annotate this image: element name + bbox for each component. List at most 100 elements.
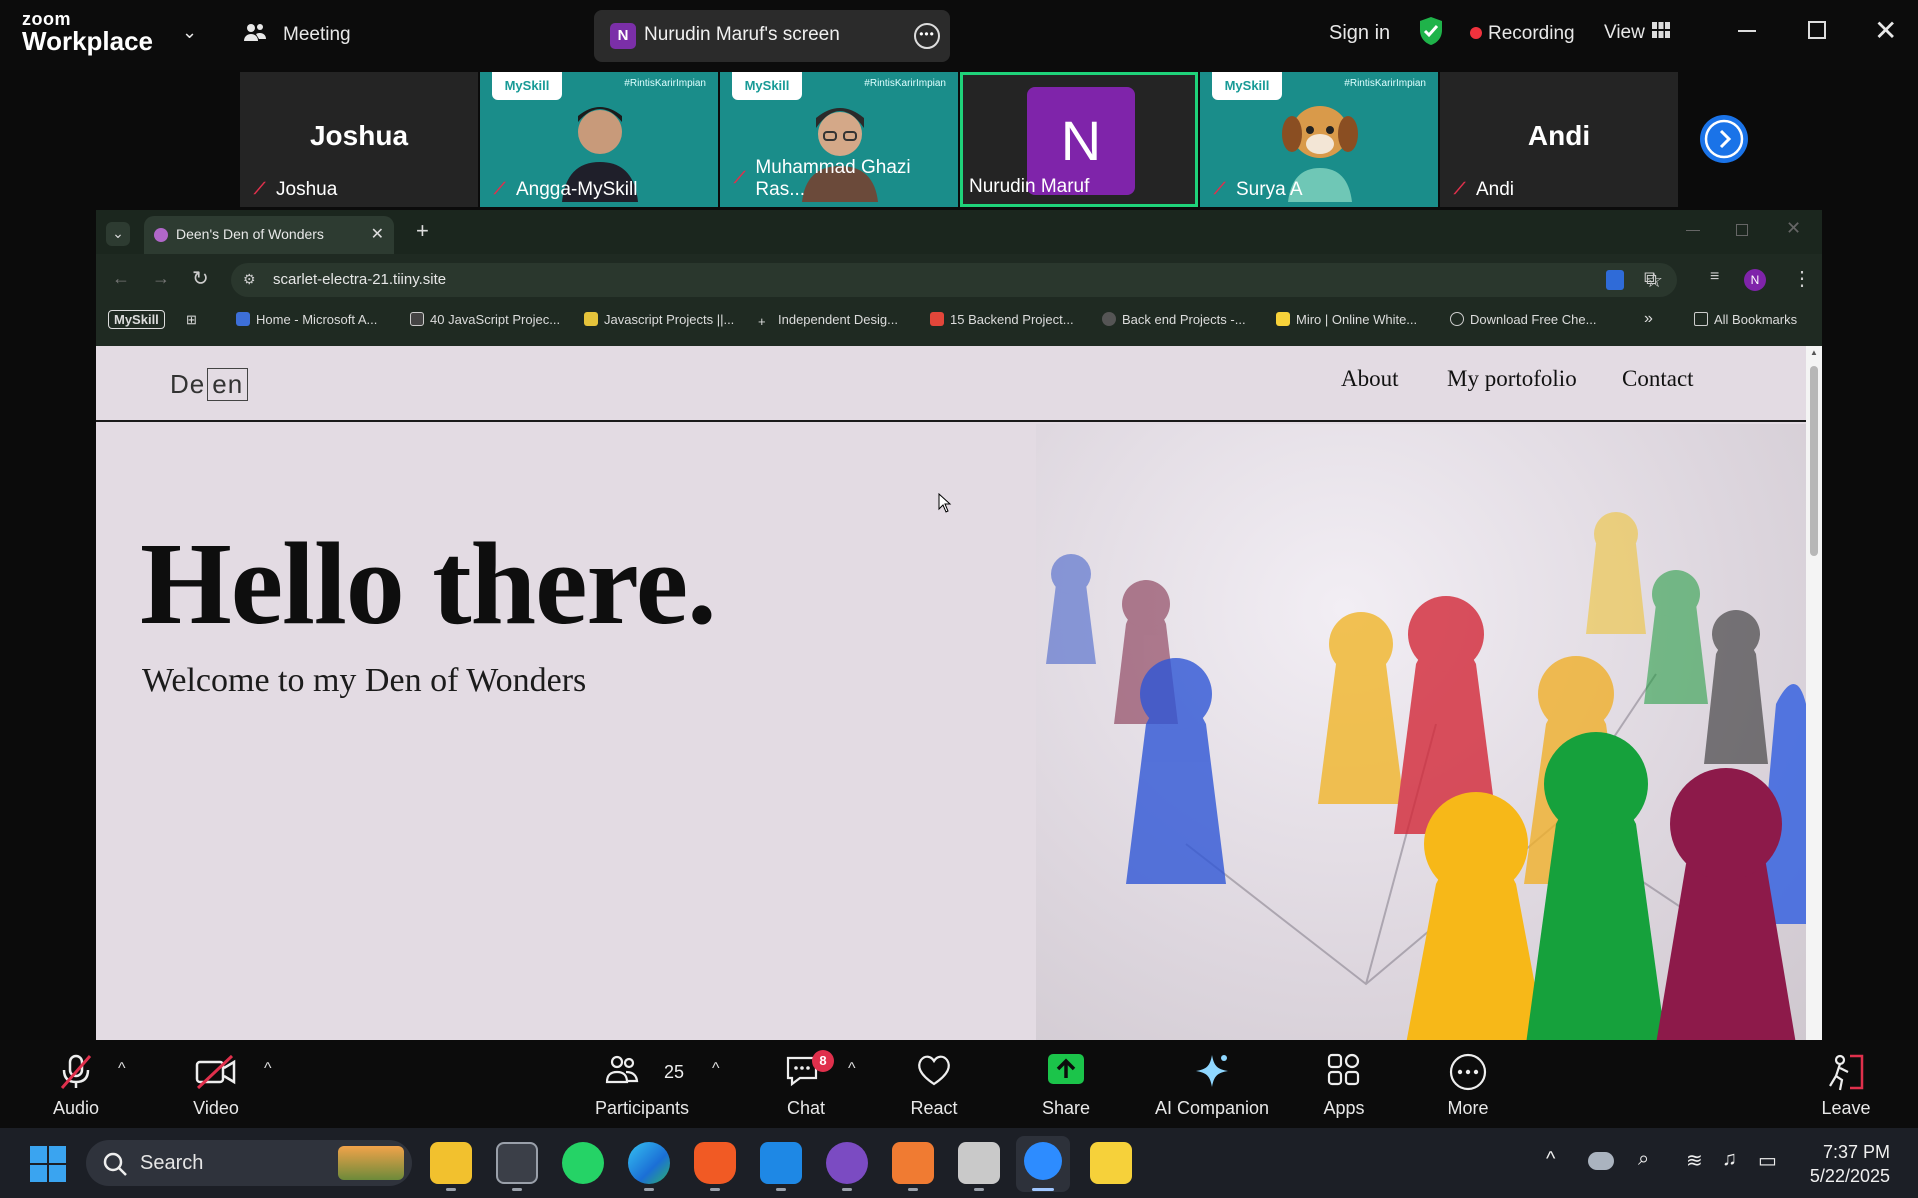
active-indicator: [1032, 1188, 1054, 1191]
reload-icon[interactable]: ↻: [192, 266, 209, 291]
windows-start-icon[interactable]: [30, 1146, 66, 1187]
restore-icon[interactable]: [1808, 21, 1826, 39]
tab-search-icon[interactable]: ⌄: [106, 222, 130, 246]
view-label[interactable]: View: [1604, 22, 1645, 44]
sticky-notes-icon[interactable]: [1090, 1142, 1132, 1184]
participant-tile-muhammad[interactable]: MySkill #RintisKarirImpian ⟋ Muhammad Gha…: [720, 72, 958, 207]
page-scrollbar[interactable]: ▲: [1806, 346, 1822, 1040]
file-explorer-icon[interactable]: [430, 1142, 472, 1184]
address-bar[interactable]: ⚙ scarlet-electra-21.tiiny.site ☆: [231, 263, 1677, 297]
leave-button[interactable]: Leave: [1786, 1040, 1906, 1128]
new-tab-icon[interactable]: +: [416, 218, 429, 244]
clock-time: 7:37 PM: [1822, 1142, 1890, 1162]
bookmark-item[interactable]: Home - Microsoft A...: [236, 312, 377, 327]
bookmark-item[interactable]: Download Free Che...: [1450, 312, 1596, 327]
ai-companion-button[interactable]: AI Companion: [1142, 1040, 1282, 1128]
whatsapp-icon[interactable]: [562, 1142, 604, 1184]
browser-close-icon[interactable]: ✕: [1786, 218, 1801, 239]
video-options-caret-icon[interactable]: ^: [264, 1060, 272, 1078]
brave-browser-icon[interactable]: [694, 1142, 736, 1184]
shield-check-icon[interactable]: [1418, 16, 1444, 51]
bookmark-myskill[interactable]: MySkill: [108, 310, 165, 329]
participant-tile-surya[interactable]: MySkill #RintisKarirImpian ⟋ Surya A: [1200, 72, 1438, 207]
site-info-icon[interactable]: ⚙: [243, 271, 261, 289]
nav-link-portfolio[interactable]: My portofolio: [1447, 366, 1577, 392]
archive-app-icon[interactable]: [958, 1142, 1000, 1184]
audio-button[interactable]: Audio: [16, 1040, 136, 1128]
recording-label[interactable]: Recording: [1488, 23, 1575, 45]
bookmark-item[interactable]: 40 JavaScript Projec...: [410, 312, 560, 327]
video-button[interactable]: Video: [156, 1040, 276, 1128]
running-indicator: [908, 1188, 918, 1191]
apps-label: Apps: [1323, 1098, 1365, 1118]
forward-icon[interactable]: →: [152, 268, 170, 289]
running-indicator: [446, 1188, 456, 1191]
more-button[interactable]: More: [1408, 1040, 1528, 1128]
share-indicator[interactable]: N Nurudin Maruf's screen •••: [594, 10, 950, 62]
back-icon[interactable]: ←: [112, 268, 130, 289]
close-tab-icon[interactable]: ✕: [371, 224, 384, 244]
volume-icon[interactable]: ♫: [1722, 1148, 1737, 1171]
scroll-up-icon[interactable]: ▲: [1810, 348, 1818, 357]
participant-label: ⟋ Surya A: [1214, 179, 1303, 200]
sign-in-link[interactable]: Sign in: [1329, 22, 1390, 45]
next-page-arrow-icon[interactable]: [1700, 115, 1748, 163]
bookmark-item[interactable]: + Independent Desig...: [758, 312, 898, 329]
site-logo[interactable]: De en: [170, 368, 249, 401]
chevron-down-icon[interactable]: ⌄: [182, 22, 197, 43]
bookmark-item[interactable]: 15 Backend Project...: [930, 312, 1074, 327]
github-desktop-icon[interactable]: [826, 1142, 868, 1184]
apps-grid-icon[interactable]: ⊞: [186, 312, 197, 328]
xampp-icon[interactable]: [892, 1142, 934, 1184]
more-options-icon[interactable]: •••: [914, 23, 940, 49]
terminal-icon[interactable]: [496, 1142, 538, 1184]
participants-button[interactable]: 25 Participants: [582, 1040, 702, 1128]
participants-caret-icon[interactable]: ^: [712, 1060, 720, 1078]
chat-button[interactable]: 8 Chat: [746, 1040, 866, 1128]
nav-link-about[interactable]: About: [1341, 366, 1399, 392]
share-button[interactable]: Share: [1006, 1040, 1126, 1128]
browser-menu-icon[interactable]: ⋮: [1792, 266, 1812, 291]
nav-link-contact[interactable]: Contact: [1622, 366, 1694, 392]
audio-options-caret-icon[interactable]: ^: [118, 1060, 126, 1078]
react-label: React: [910, 1098, 958, 1118]
chat-caret-icon[interactable]: ^: [848, 1060, 856, 1078]
apps-button[interactable]: Apps: [1284, 1040, 1404, 1128]
microphone-icon[interactable]: ⌕: [1638, 1148, 1649, 1171]
react-button[interactable]: React: [874, 1040, 994, 1128]
browser-restore-icon[interactable]: [1736, 224, 1748, 236]
vscode-icon[interactable]: [760, 1142, 802, 1184]
wifi-icon[interactable]: ≋: [1686, 1148, 1703, 1173]
bookmark-item[interactable]: Back end Projects -...: [1102, 312, 1246, 327]
all-bookmarks[interactable]: All Bookmarks: [1694, 312, 1797, 327]
participant-tile-andi[interactable]: Andi ⟋ Andi: [1440, 72, 1678, 207]
tab-active[interactable]: Deen's Den of Wonders ✕: [144, 216, 394, 254]
battery-icon[interactable]: ▭: [1758, 1148, 1777, 1173]
extension-icon[interactable]: [1606, 270, 1624, 290]
system-clock[interactable]: 7:37 PM 5/22/2025: [1810, 1140, 1890, 1188]
extensions-puzzle-icon[interactable]: ⧉: [1644, 268, 1657, 289]
close-icon[interactable]: ✕: [1874, 14, 1897, 47]
edge-browser-icon[interactable]: [628, 1142, 670, 1184]
bookmark-item[interactable]: Miro | Online White...: [1276, 312, 1417, 327]
scrollbar-thumb[interactable]: [1810, 366, 1818, 556]
participant-tile-joshua[interactable]: Joshua ⟋ Joshua: [240, 72, 478, 207]
hashtag-label: #RintisKarirImpian: [624, 78, 706, 89]
myskill-badge: MySkill: [1212, 72, 1282, 100]
meeting-label[interactable]: Meeting: [283, 24, 351, 46]
bookmark-item[interactable]: Javascript Projects ||...: [584, 312, 734, 327]
more-bookmarks-icon[interactable]: »: [1644, 310, 1653, 328]
grid-view-icon[interactable]: [1652, 22, 1670, 43]
media-control-icon[interactable]: ≡: [1710, 268, 1719, 286]
leave-label: Leave: [1821, 1098, 1871, 1118]
browser-minimize-icon[interactable]: [1686, 230, 1700, 231]
participant-tile-angga[interactable]: MySkill #RintisKarirImpian ⟋ Angga-MySkil…: [480, 72, 718, 207]
profile-avatar[interactable]: N: [1744, 269, 1766, 291]
taskbar-search[interactable]: Search: [86, 1140, 412, 1186]
share-label: Nurudin Maruf's screen: [644, 24, 840, 45]
participant-tile-nurudin[interactable]: N Nurudin Maruf: [960, 72, 1198, 207]
minimize-icon[interactable]: [1738, 30, 1756, 32]
zoom-taskbar-active[interactable]: [1016, 1136, 1070, 1192]
onedrive-icon[interactable]: [1588, 1152, 1614, 1170]
show-hidden-icons-icon[interactable]: ^: [1546, 1148, 1555, 1171]
